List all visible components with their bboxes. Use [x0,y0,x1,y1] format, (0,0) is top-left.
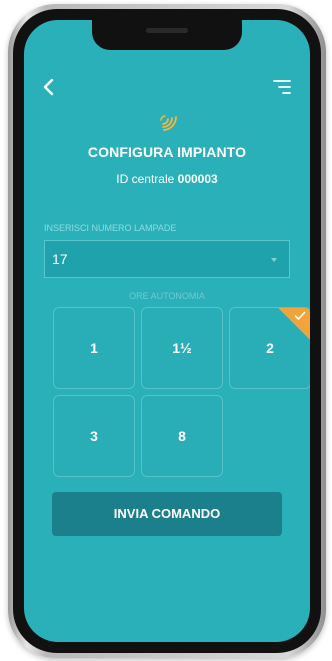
autonomy-hours-label: ORE AUTONOMIA [129,291,205,301]
lamps-count-select[interactable]: 17 [44,240,290,278]
chevron-left-icon [43,78,54,96]
send-command-button[interactable]: INVIA COMANDO [52,492,282,536]
phone-frame: CONFIGURA IMPIANTO ID centrale 000003 IN… [8,4,326,658]
autonomy-option-8[interactable]: 8 [141,395,223,477]
autonomy-option-label: 1 [90,340,98,356]
central-id-label: ID centrale [116,172,175,186]
autonomy-option-label: 8 [178,428,186,444]
phone-notch [92,20,242,50]
selected-badge [278,308,310,340]
autonomy-option-3[interactable]: 3 [53,395,135,477]
wireless-signal-icon [160,115,177,131]
autonomy-option-1-half[interactable]: 1½ [141,307,223,389]
autonomy-option-label: 2 [266,340,274,356]
checkmark-icon [294,311,306,320]
speaker-grille [146,28,188,33]
lamps-count-value: 17 [52,251,68,267]
autonomy-option-label: 3 [90,428,98,444]
back-button[interactable] [38,76,60,98]
page-title: CONFIGURA IMPIANTO [87,144,247,160]
lamps-count-label: INSERISCI NUMERO LAMPADE [44,223,177,233]
autonomy-option-label: 1½ [172,340,192,356]
central-id-line: ID centrale 000003 [24,172,310,186]
autonomy-option-2[interactable]: 2 [229,307,310,389]
central-id-value: 000003 [177,172,218,186]
phone-bezel: CONFIGURA IMPIANTO ID centrale 000003 IN… [13,9,321,653]
app-screen: CONFIGURA IMPIANTO ID centrale 000003 IN… [24,20,310,642]
menu-lines-icon [273,80,291,94]
autonomy-option-1[interactable]: 1 [53,307,135,389]
menu-button[interactable] [272,78,292,96]
chevron-down-icon [271,258,277,262]
